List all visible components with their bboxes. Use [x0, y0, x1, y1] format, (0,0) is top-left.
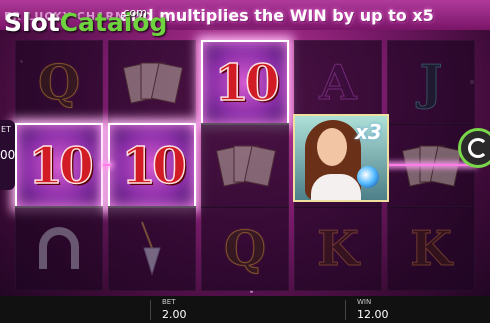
- win-label: WIN: [357, 298, 372, 306]
- lucky-charm-wild: x3: [293, 114, 389, 202]
- reel-3-row-2: [201, 123, 289, 208]
- reel-5-row-1: J: [387, 40, 475, 125]
- symbol-j: J: [419, 54, 443, 111]
- wild-multiplier: x3: [355, 120, 382, 144]
- bet-label: BET: [162, 298, 176, 306]
- watermark-catalog: Catalog: [59, 8, 168, 37]
- reel-3-row-1: 10: [201, 40, 289, 125]
- symbol-a: A: [319, 54, 357, 111]
- crystal-ball-icon: [357, 166, 379, 188]
- horseshoe-icon: [39, 226, 79, 269]
- side-left-value: 00: [0, 148, 16, 162]
- watermark-slot: Slot: [4, 8, 60, 37]
- symbol-k: K: [317, 220, 360, 277]
- pendulum-icon: [141, 221, 161, 276]
- reel-3-row-3: Q: [201, 206, 289, 291]
- side-left-label: ET: [1, 125, 11, 134]
- symbol-q: Q: [38, 54, 81, 111]
- bet-value: 2.00: [162, 308, 187, 321]
- reel-4-row-1: A: [294, 40, 382, 125]
- watermark-com: .com: [120, 6, 147, 19]
- symbol-10: 10: [213, 52, 280, 113]
- symbol-10: 10: [120, 135, 187, 196]
- reel-5-row-3: K: [387, 206, 475, 291]
- symbol-q: Q: [224, 220, 267, 277]
- divider: [150, 300, 151, 320]
- reel-grid: Q 10 10 10 Q A K J K: [15, 40, 475, 295]
- lady-portrait: [317, 128, 347, 166]
- game-stage: ER LUCKY CHARM and multiplies the WIN by…: [0, 0, 490, 323]
- spin-button[interactable]: [458, 128, 490, 168]
- reel-4-row-3: K: [294, 206, 382, 291]
- reel-1-row-1: Q: [15, 40, 103, 125]
- tarot-cards-icon: [122, 61, 184, 104]
- symbol-10: 10: [27, 135, 94, 196]
- tarot-cards-icon: [215, 144, 277, 187]
- slotcatalog-watermark: SlotCatalog .com: [4, 2, 167, 42]
- reel-1-row-2: 10: [15, 123, 103, 208]
- payline: [377, 164, 475, 166]
- reel-2-row-2: 10: [108, 123, 196, 208]
- spin-icon: [468, 138, 488, 158]
- reel-1-row-3: [15, 206, 103, 291]
- symbol-k: K: [410, 220, 453, 277]
- payline: [103, 164, 111, 166]
- reel-2-row-3: [108, 206, 196, 291]
- win-display: WIN 12.00: [357, 298, 437, 322]
- bet-display[interactable]: BET 2.00: [162, 298, 242, 322]
- divider: [345, 300, 346, 320]
- win-value: 12.00: [357, 308, 389, 321]
- reel-2-row-1: [108, 40, 196, 125]
